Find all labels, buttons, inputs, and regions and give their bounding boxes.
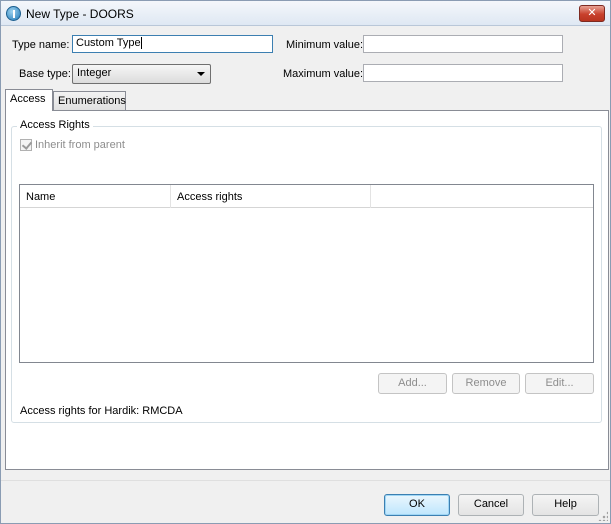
type-name-field[interactable]: Custom Type — [72, 35, 273, 53]
access-rights-status: Access rights for Hardik: RMCDA — [20, 405, 183, 417]
base-type-label: Base type: — [19, 68, 71, 80]
tab-access[interactable]: Access — [5, 89, 53, 111]
inherit-from-parent-checkbox[interactable]: Inherit from parent — [20, 139, 125, 152]
ok-button[interactable]: OK — [384, 494, 450, 516]
title-bar[interactable]: New Type - DOORS ✕ — [1, 1, 610, 26]
tab-enumerations[interactable]: Enumerations — [53, 91, 126, 110]
column-header-empty[interactable] — [371, 185, 593, 208]
resize-grip-icon[interactable] — [598, 511, 608, 521]
cancel-button[interactable]: Cancel — [458, 494, 524, 516]
help-button[interactable]: Help — [532, 494, 599, 516]
remove-button[interactable]: Remove — [452, 373, 520, 394]
checkbox-checked-icon — [20, 139, 32, 152]
minimum-value-field[interactable] — [363, 35, 563, 53]
dialog-window: New Type - DOORS ✕ Type name: Custom Typ… — [0, 0, 611, 524]
edit-button[interactable]: Edit... — [525, 373, 594, 394]
maximum-value-field[interactable] — [363, 64, 563, 82]
window-title: New Type - DOORS — [26, 7, 134, 21]
column-header-name[interactable]: Name — [20, 185, 171, 208]
inherit-from-parent-label: Inherit from parent — [35, 139, 125, 151]
access-rights-list-header: Name Access rights — [20, 185, 593, 208]
access-rights-group-title: Access Rights — [17, 119, 93, 131]
footer-divider — [1, 480, 610, 481]
base-type-value: Integer — [77, 67, 112, 79]
close-button[interactable]: ✕ — [579, 5, 605, 22]
text-caret — [140, 37, 142, 50]
column-header-access-rights[interactable]: Access rights — [171, 185, 371, 208]
doors-app-icon — [6, 6, 21, 21]
add-button[interactable]: Add... — [378, 373, 447, 394]
type-name-value: Custom Type — [76, 37, 141, 49]
base-type-select[interactable]: Integer — [72, 64, 211, 84]
minimum-value-label: Minimum value: — [286, 39, 364, 51]
type-name-label: Type name: — [12, 39, 70, 51]
access-rights-list[interactable]: Name Access rights — [19, 184, 594, 363]
chevron-down-icon — [197, 72, 205, 76]
maximum-value-label: Maximum value: — [283, 68, 364, 80]
